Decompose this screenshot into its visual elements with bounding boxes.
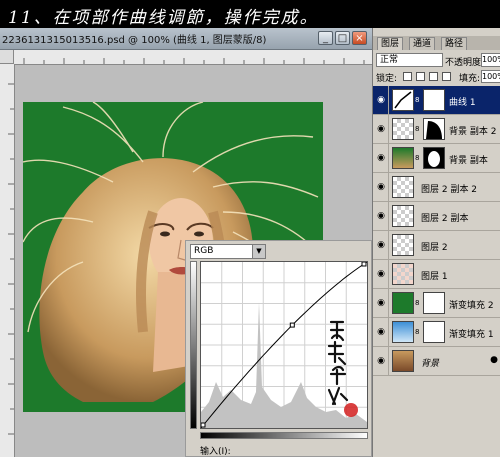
close-button[interactable]: × bbox=[352, 31, 367, 45]
layer-name: 曲线 1 bbox=[449, 98, 476, 108]
horizontal-ruler[interactable] bbox=[14, 50, 372, 65]
layer-row-bg-copy-2[interactable]: ◉ 8 背景 副本 2 bbox=[373, 115, 500, 144]
layer-thumbnail bbox=[392, 292, 414, 314]
layer-thumbnail bbox=[392, 263, 414, 285]
layer-thumbnail bbox=[392, 147, 414, 169]
curve-graph[interactable] bbox=[200, 261, 368, 429]
panel-tabs: 图层 通道 路径 bbox=[373, 36, 500, 50]
minimize-button[interactable]: _ bbox=[318, 31, 333, 45]
eye-icon[interactable]: ◉ bbox=[374, 231, 389, 259]
layer-name: 背景 bbox=[421, 359, 440, 369]
lock-transparency-checkbox[interactable] bbox=[403, 72, 412, 81]
channel-value: RGB bbox=[194, 246, 214, 256]
layer-row-layer1[interactable]: ◉ 图层 1 bbox=[373, 260, 500, 289]
lock-image-checkbox[interactable] bbox=[416, 72, 425, 81]
layer-name: 渐变填充 2 bbox=[449, 301, 494, 311]
layer-list: ◉ 8 曲线 1 ◉ 8 背景 副本 2 ◉ 8 背景 副本 ◉ 图层 2 副本… bbox=[373, 86, 500, 376]
layer-mask-thumbnail[interactable] bbox=[423, 147, 445, 169]
layer-name: 图层 2 bbox=[421, 243, 448, 253]
layer-row-gradient-fill-2[interactable]: ◉ 8 渐变填充 2 bbox=[373, 289, 500, 318]
layer-thumbnail bbox=[392, 350, 414, 372]
lock-icon: ● bbox=[490, 355, 498, 365]
calligraphy-watermark bbox=[327, 320, 349, 406]
fill-label: 填充: bbox=[459, 74, 481, 84]
banner-caption: 11、在项部作曲线调節，操作完成。 bbox=[8, 8, 319, 28]
eye-icon[interactable]: ◉ bbox=[374, 347, 389, 375]
ruler-corner[interactable] bbox=[0, 50, 14, 64]
curves-dialog: RGB ▼ 输入(I): bbox=[185, 240, 372, 457]
chain-link-icon[interactable]: 8 bbox=[415, 154, 419, 162]
lock-position-checkbox[interactable] bbox=[429, 72, 438, 81]
layer-name: 渐变填充 1 bbox=[449, 330, 494, 340]
chevron-down-icon[interactable]: ▼ bbox=[252, 245, 265, 258]
layer-name: 图层 2 副本 bbox=[421, 214, 469, 224]
opacity-field[interactable]: 100% bbox=[481, 53, 500, 67]
eye-icon[interactable]: ◉ bbox=[374, 318, 389, 346]
opacity-label: 不透明度: bbox=[445, 58, 485, 68]
layer-thumbnail bbox=[392, 176, 414, 198]
curve-control-point[interactable] bbox=[200, 422, 206, 428]
layers-panel: 图层 通道 路径 正常 不透明度: 100% 锁定: 填充: 100% ◉ 8 … bbox=[372, 28, 500, 457]
layer-row-layer2-copy2[interactable]: ◉ 图层 2 副本 2 bbox=[373, 173, 500, 202]
chain-link-icon[interactable]: 8 bbox=[415, 328, 419, 336]
curves-adjustment-thumbnail bbox=[392, 89, 414, 111]
channel-select[interactable]: RGB ▼ bbox=[190, 244, 266, 259]
tab-paths[interactable]: 路径 bbox=[441, 37, 468, 50]
layer-row-curves-1[interactable]: ◉ 8 曲线 1 bbox=[373, 86, 500, 115]
layer-mask-thumbnail[interactable] bbox=[423, 292, 445, 314]
input-label: 输入(I): bbox=[200, 447, 231, 457]
curve-control-point[interactable] bbox=[361, 261, 367, 267]
layer-name: 图层 2 副本 2 bbox=[421, 185, 478, 195]
tab-layers[interactable]: 图层 bbox=[377, 37, 404, 50]
eye-icon[interactable]: ◉ bbox=[374, 144, 389, 172]
maximize-button[interactable]: □ bbox=[335, 31, 350, 45]
eye-icon[interactable]: ◉ bbox=[374, 86, 389, 114]
layer-thumbnail bbox=[392, 321, 414, 343]
layer-row-bg-copy[interactable]: ◉ 8 背景 副本 bbox=[373, 144, 500, 173]
tutorial-banner: 11、在项部作曲线调節，操作完成。 bbox=[0, 0, 500, 28]
curve-control-point[interactable] bbox=[289, 322, 295, 328]
layer-mask-thumbnail[interactable] bbox=[423, 89, 445, 111]
document-title: 2236131315013516.psd @ 100% (曲线 1, 图层蒙版/… bbox=[2, 35, 267, 46]
layer-mask-thumbnail[interactable] bbox=[423, 118, 445, 140]
eye-icon[interactable]: ◉ bbox=[374, 202, 389, 230]
layer-thumbnail bbox=[392, 205, 414, 227]
eye-icon[interactable]: ◉ bbox=[374, 289, 389, 317]
blend-mode-value: 正常 bbox=[380, 55, 399, 65]
layer-name: 图层 1 bbox=[421, 272, 448, 282]
layer-mask-thumbnail[interactable] bbox=[423, 321, 445, 343]
fill-field[interactable]: 100% bbox=[481, 70, 500, 83]
layer-row-background[interactable]: ◉ 背景 ● bbox=[373, 347, 500, 376]
layer-row-layer2-copy[interactable]: ◉ 图层 2 副本 bbox=[373, 202, 500, 231]
document-titlebar[interactable]: 2236131315013516.psd @ 100% (曲线 1, 图层蒙版/… bbox=[0, 28, 372, 50]
layer-thumbnail bbox=[392, 234, 414, 256]
layer-thumbnail bbox=[392, 118, 414, 140]
lock-label: 锁定: bbox=[376, 74, 398, 84]
lock-all-checkbox[interactable] bbox=[442, 72, 451, 81]
chain-link-icon[interactable]: 8 bbox=[415, 96, 419, 104]
layer-name: 背景 副本 2 bbox=[449, 127, 497, 137]
output-gradient-bar bbox=[190, 261, 197, 429]
blend-mode-select[interactable]: 正常 bbox=[376, 53, 443, 67]
watermark-seal bbox=[344, 403, 358, 417]
chain-link-icon[interactable]: 8 bbox=[415, 299, 419, 307]
eye-icon[interactable]: ◉ bbox=[374, 260, 389, 288]
input-gradient-bar bbox=[200, 432, 368, 439]
chain-link-icon[interactable]: 8 bbox=[415, 125, 419, 133]
layer-name: 背景 副本 bbox=[449, 156, 488, 166]
layer-row-gradient-fill-1[interactable]: ◉ 8 渐变填充 1 bbox=[373, 318, 500, 347]
vertical-ruler[interactable] bbox=[0, 64, 15, 457]
tab-channels[interactable]: 通道 bbox=[409, 37, 436, 50]
eye-icon[interactable]: ◉ bbox=[374, 115, 389, 143]
eye-icon[interactable]: ◉ bbox=[374, 173, 389, 201]
layer-row-layer2[interactable]: ◉ 图层 2 bbox=[373, 231, 500, 260]
